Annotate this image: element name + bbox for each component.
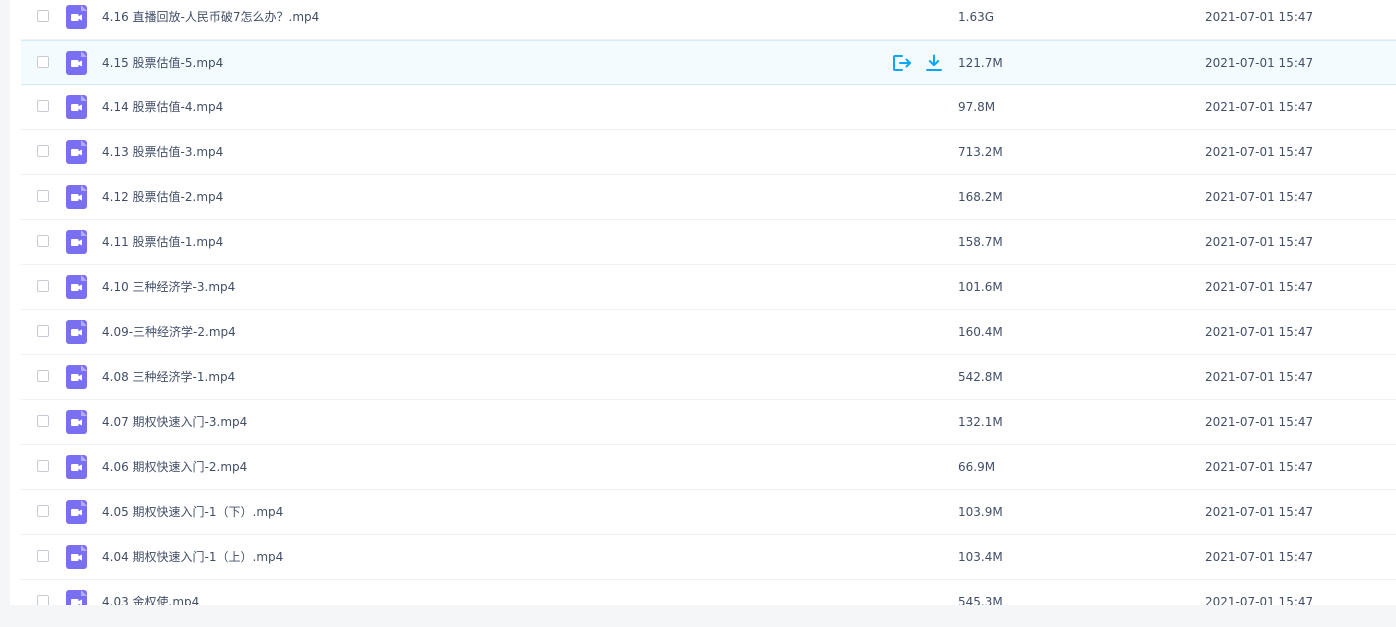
- video-file-icon: [66, 365, 87, 389]
- video-file-icon: [66, 185, 87, 209]
- file-row[interactable]: 4.06 期权快速入门-2.mp4 66.9M 2021-07-01 15:47: [21, 445, 1396, 490]
- file-row[interactable]: 4.09-三种经济学-2.mp4 160.4M 2021-07-01 15:47: [21, 310, 1396, 355]
- file-row[interactable]: 4.13 股票估值-3.mp4 713.2M 2021-07-01 15:47: [21, 130, 1396, 175]
- file-row[interactable]: 4.05 期权快速入门-1（下）.mp4 103.9M 2021-07-01 1…: [21, 490, 1396, 535]
- share-export-icon[interactable]: [891, 53, 913, 73]
- file-date: 2021-07-01 15:47: [1205, 10, 1314, 24]
- row-checkbox[interactable]: [37, 10, 49, 22]
- file-date: 2021-07-01 15:47: [1205, 325, 1314, 339]
- file-date: 2021-07-01 15:47: [1205, 56, 1314, 70]
- file-size: 168.2M: [958, 190, 1003, 204]
- file-name[interactable]: 4.15 股票估值-5.mp4: [102, 41, 223, 85]
- file-date: 2021-07-01 15:47: [1205, 595, 1314, 605]
- file-row[interactable]: 4.15 股票估值-5.mp4 121.7M 2021-07-01 15:47: [21, 40, 1396, 85]
- row-checkbox[interactable]: [37, 190, 49, 202]
- file-size: 101.6M: [958, 280, 1003, 294]
- file-name[interactable]: 4.06 期权快速入门-2.mp4: [102, 445, 247, 489]
- row-checkbox[interactable]: [37, 100, 49, 112]
- file-date: 2021-07-01 15:47: [1205, 415, 1314, 429]
- file-date: 2021-07-01 15:47: [1205, 370, 1314, 384]
- file-name[interactable]: 4.09-三种经济学-2.mp4: [102, 310, 236, 354]
- row-checkbox[interactable]: [37, 460, 49, 472]
- file-size: 132.1M: [958, 415, 1003, 429]
- file-date: 2021-07-01 15:47: [1205, 505, 1314, 519]
- file-date: 2021-07-01 15:47: [1205, 190, 1314, 204]
- video-file-icon: [66, 51, 87, 75]
- file-date: 2021-07-01 15:47: [1205, 280, 1314, 294]
- row-checkbox[interactable]: [37, 235, 49, 247]
- file-name[interactable]: 4.05 期权快速入门-1（下）.mp4: [102, 490, 283, 534]
- file-date: 2021-07-01 15:47: [1205, 550, 1314, 564]
- file-row[interactable]: 4.11 股票估值-1.mp4 158.7M 2021-07-01 15:47: [21, 220, 1396, 265]
- file-list-panel: 4.16 直播回放-人民币破7怎么办？.mp4 1.63G 2021-07-01…: [10, 0, 1396, 605]
- file-date: 2021-07-01 15:47: [1205, 100, 1314, 114]
- file-row[interactable]: 4.16 直播回放-人民币破7怎么办？.mp4 1.63G 2021-07-01…: [21, 0, 1396, 40]
- file-name[interactable]: 4.10 三种经济学-3.mp4: [102, 265, 235, 309]
- video-file-icon: [66, 590, 87, 605]
- row-checkbox[interactable]: [37, 415, 49, 427]
- row-checkbox[interactable]: [37, 145, 49, 157]
- file-list: 4.16 直播回放-人民币破7怎么办？.mp4 1.63G 2021-07-01…: [21, 0, 1396, 605]
- file-row[interactable]: 4.08 三种经济学-1.mp4 542.8M 2021-07-01 15:47: [21, 355, 1396, 400]
- file-size: 542.8M: [958, 370, 1003, 384]
- row-checkbox[interactable]: [37, 325, 49, 337]
- file-size: 121.7M: [958, 56, 1003, 70]
- file-row[interactable]: 4.10 三种经济学-3.mp4 101.6M 2021-07-01 15:47: [21, 265, 1396, 310]
- file-size: 1.63G: [958, 10, 995, 24]
- file-row[interactable]: 4.07 期权快速入门-3.mp4 132.1M 2021-07-01 15:4…: [21, 400, 1396, 445]
- video-file-icon: [66, 320, 87, 344]
- video-file-icon: [66, 275, 87, 299]
- video-file-icon: [66, 140, 87, 164]
- row-checkbox[interactable]: [37, 550, 49, 562]
- file-name[interactable]: 4.13 股票估值-3.mp4: [102, 130, 223, 174]
- file-name[interactable]: 4.08 三种经济学-1.mp4: [102, 355, 235, 399]
- file-name[interactable]: 4.04 期权快速入门-1（上）.mp4: [102, 535, 283, 579]
- file-size: 713.2M: [958, 145, 1003, 159]
- row-checkbox[interactable]: [37, 370, 49, 382]
- file-row[interactable]: 4.03 金权使.mp4 545.3M 2021-07-01 15:47: [21, 580, 1396, 605]
- file-row[interactable]: 4.14 股票估值-4.mp4 97.8M 2021-07-01 15:47: [21, 85, 1396, 130]
- row-checkbox[interactable]: [37, 505, 49, 517]
- row-actions: [891, 53, 945, 73]
- file-row[interactable]: 4.12 股票估值-2.mp4 168.2M 2021-07-01 15:47: [21, 175, 1396, 220]
- video-file-icon: [66, 410, 87, 434]
- video-file-icon: [66, 5, 87, 29]
- file-date: 2021-07-01 15:47: [1205, 235, 1314, 249]
- video-file-icon: [66, 545, 87, 569]
- file-size: 103.4M: [958, 550, 1003, 564]
- file-name[interactable]: 4.03 金权使.mp4: [102, 580, 199, 605]
- file-name[interactable]: 4.11 股票估值-1.mp4: [102, 220, 223, 264]
- file-name[interactable]: 4.14 股票估值-4.mp4: [102, 85, 223, 129]
- file-size: 66.9M: [958, 460, 996, 474]
- video-file-icon: [66, 95, 87, 119]
- file-date: 2021-07-01 15:47: [1205, 145, 1314, 159]
- file-size: 97.8M: [958, 100, 996, 114]
- file-size: 103.9M: [958, 505, 1003, 519]
- file-date: 2021-07-01 15:47: [1205, 460, 1314, 474]
- video-file-icon: [66, 455, 87, 479]
- row-checkbox[interactable]: [37, 280, 49, 292]
- row-checkbox[interactable]: [37, 56, 49, 68]
- file-name[interactable]: 4.07 期权快速入门-3.mp4: [102, 400, 247, 444]
- file-size: 545.3M: [958, 595, 1003, 605]
- file-name[interactable]: 4.12 股票估值-2.mp4: [102, 175, 223, 219]
- video-file-icon: [66, 230, 87, 254]
- file-size: 160.4M: [958, 325, 1003, 339]
- video-file-icon: [66, 500, 87, 524]
- file-size: 158.7M: [958, 235, 1003, 249]
- row-checkbox[interactable]: [37, 595, 49, 605]
- file-name[interactable]: 4.16 直播回放-人民币破7怎么办？.mp4: [102, 0, 319, 39]
- file-row[interactable]: 4.04 期权快速入门-1（上）.mp4 103.4M 2021-07-01 1…: [21, 535, 1396, 580]
- download-icon[interactable]: [923, 53, 945, 73]
